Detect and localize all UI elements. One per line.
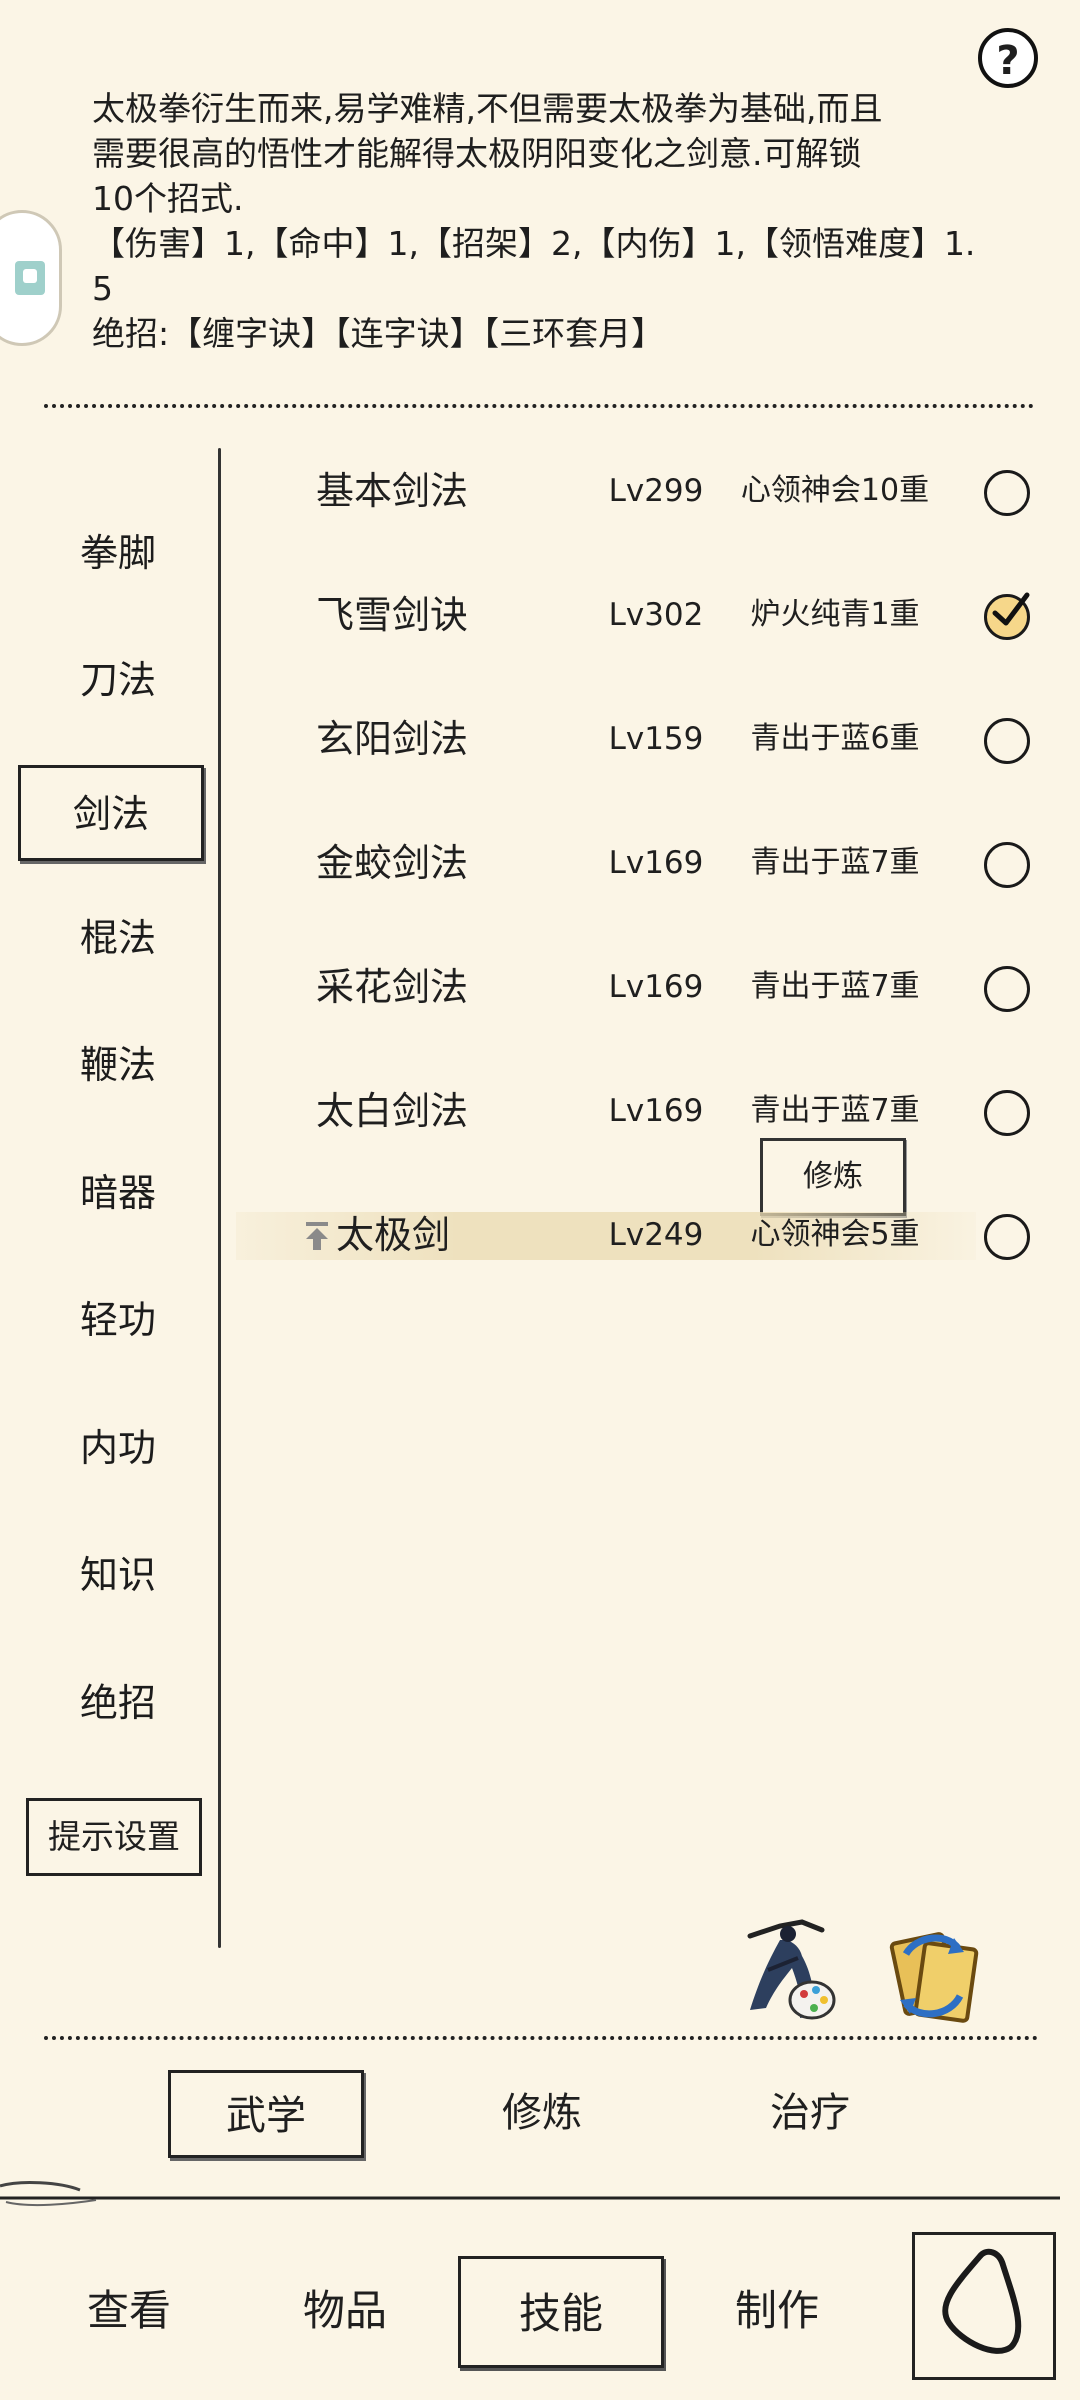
category-bianfa[interactable]: 鞭法 (28, 1022, 208, 1108)
category-juezhao[interactable]: 绝招 (28, 1660, 208, 1746)
description-line: 需要很高的悟性才能解得太极阴阳变化之剑意.可解锁 (92, 134, 862, 173)
category-quanjiao[interactable]: 拳脚 (28, 510, 208, 596)
skill-rank: 青出于蓝7重 (750, 845, 920, 880)
subtab-wuxue[interactable]: 武学 (168, 2070, 364, 2158)
skill-name: 飞雪剑诀 (316, 593, 469, 637)
nav-items[interactable]: 物品 (260, 2256, 430, 2368)
skill-row[interactable]: 玄阳剑法 Lv159 青出于蓝6重 (220, 694, 1060, 804)
category-anqi[interactable]: 暗器 (28, 1150, 208, 1236)
skill-name: 太极剑 (336, 1213, 451, 1257)
category-gunfa[interactable]: 棍法 (28, 895, 208, 981)
category-zhishi[interactable]: 知识 (28, 1532, 208, 1618)
select-radio[interactable] (984, 470, 1030, 516)
skill-description: 太极拳衍生而来,易学难精,不但需要太极拳为基础,而且 需要很高的悟性才能解得太极… (92, 86, 992, 356)
swap-manual-icon[interactable] (876, 1924, 984, 2028)
skill-rank: 青出于蓝7重 (750, 969, 920, 1004)
skill-name: 金蛟剑法 (316, 841, 469, 885)
select-radio-checked[interactable] (984, 592, 1030, 640)
select-radio[interactable] (984, 1214, 1030, 1260)
skill-row[interactable]: 金蛟剑法 Lv169 青出于蓝7重 (220, 818, 1060, 928)
upgrade-arrow-icon (306, 1222, 328, 1250)
checkmark-icon (992, 592, 1030, 626)
help-button[interactable]: ? (978, 28, 1038, 88)
nav-craft[interactable]: 制作 (692, 2256, 862, 2368)
nav-view[interactable]: 查看 (44, 2256, 214, 2368)
category-daofa[interactable]: 刀法 (28, 637, 208, 723)
skill-rank: 心领神会5重 (750, 1217, 920, 1252)
skill-name: 采花剑法 (316, 965, 469, 1009)
skill-row[interactable]: 采花剑法 Lv169 青出于蓝7重 (220, 942, 1060, 1052)
subtab-zhiliao[interactable]: 治疗 (712, 2070, 908, 2158)
category-qinggong[interactable]: 轻功 (28, 1277, 208, 1363)
skill-level: Lv159 (608, 721, 704, 757)
description-line: 太极拳衍生而来,易学难精,不但需要太极拳为基础,而且 (92, 89, 883, 128)
skill-row[interactable]: 基本剑法 Lv299 心领神会10重 (220, 446, 1060, 556)
skill-level: Lv249 (608, 1217, 704, 1253)
skill-name: 基本剑法 (316, 469, 469, 513)
select-radio[interactable] (984, 842, 1030, 888)
tip-settings-button[interactable]: 提示设置 (26, 1798, 202, 1876)
description-stats-line: 5 (92, 269, 113, 308)
select-radio[interactable] (984, 1090, 1030, 1136)
ultimate-moves-line: 绝招:【缠字诀】【连字诀】【三环套月】 (92, 314, 665, 353)
skill-level: Lv169 (608, 845, 704, 881)
dotted-divider-bottom (44, 2036, 1038, 2040)
category-neigong[interactable]: 内功 (28, 1405, 208, 1491)
skill-name: 玄阳剑法 (316, 717, 469, 761)
skill-name: 太白剑法 (316, 1089, 469, 1133)
skill-row-highlighted[interactable]: 太极剑 Lv249 心领神会5重 (220, 1190, 1060, 1300)
select-radio[interactable] (984, 718, 1030, 764)
side-drawer-tab[interactable] (0, 210, 62, 346)
skill-row[interactable]: 飞雪剑诀 Lv302 炉火纯青1重 (220, 570, 1060, 680)
description-line: 10个招式. (92, 179, 244, 218)
skill-rank: 青出于蓝6重 (750, 721, 920, 756)
skill-rank: 心领神会10重 (740, 473, 930, 508)
drawer-icon (15, 261, 45, 295)
dotted-divider-top (44, 404, 1034, 408)
subtab-xiulian[interactable]: 修炼 (444, 2070, 640, 2158)
skill-level: Lv299 (608, 473, 704, 509)
swordsman-palette-icon[interactable] (740, 1918, 840, 2028)
category-jianfa[interactable]: 剑法 (18, 765, 204, 861)
back-button[interactable] (912, 2232, 1056, 2380)
select-radio[interactable] (984, 966, 1030, 1012)
skill-row[interactable]: 太白剑法 Lv169 青出于蓝7重 (220, 1066, 1060, 1176)
skill-level: Lv302 (608, 597, 704, 633)
brush-divider (0, 2181, 1060, 2207)
back-chevron-icon (942, 2248, 1022, 2354)
skill-rank: 炉火纯青1重 (750, 597, 920, 632)
skill-level: Lv169 (608, 1093, 704, 1129)
skill-level: Lv169 (608, 969, 704, 1005)
description-stats-line: 【伤害】1,【命中】1,【招架】2,【内伤】1,【领悟难度】1. (92, 224, 976, 263)
nav-skills[interactable]: 技能 (458, 2256, 664, 2368)
